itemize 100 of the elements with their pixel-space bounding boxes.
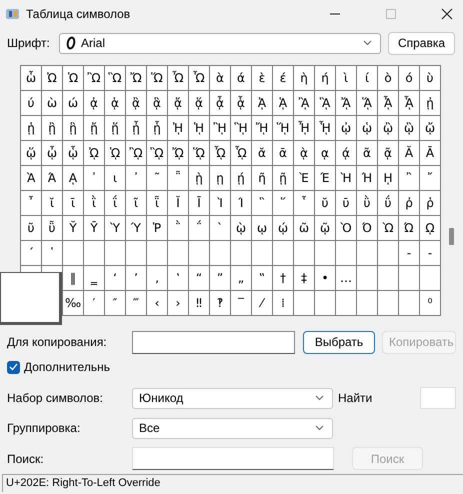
symbol-cell[interactable]: Ὶ — [210, 191, 230, 215]
symbol-cell[interactable]: ᾉ — [273, 91, 293, 115]
symbol-cell[interactable]: Ή — [357, 166, 377, 190]
symbol-cell[interactable]: ⁞ — [273, 291, 293, 315]
symbol-cell[interactable]: ῑ — [63, 191, 83, 215]
symbol-cell[interactable]: ‽ — [210, 291, 230, 315]
symbol-cell[interactable]: έ — [273, 66, 293, 90]
symbol-cell[interactable]: ᾬ — [168, 141, 188, 165]
symbol-cell[interactable]: ᾆ — [210, 91, 230, 115]
symbol-cell[interactable]: ᾀ — [84, 91, 104, 115]
symbol-cell[interactable]: ‾ — [231, 291, 251, 315]
close-icon[interactable] — [441, 8, 453, 20]
symbol-cell[interactable]: ῭ — [168, 216, 188, 240]
symbol-cell[interactable]: ᾥ — [21, 141, 41, 165]
symbol-cell[interactable]: ` — [210, 216, 230, 240]
symbol-cell[interactable]: ᾇ — [231, 91, 251, 115]
symbol-cell[interactable]: ᾡ — [357, 116, 377, 140]
symbol-cell[interactable]: ‴ — [126, 291, 146, 315]
symbol-cell[interactable]: ᾃ — [147, 91, 167, 115]
symbol-cell[interactable]: ῆ — [252, 166, 272, 190]
symbol-cell[interactable]: ὲ — [252, 66, 272, 90]
symbol-cell[interactable]: ᾈ — [252, 91, 272, 115]
symbol-cell[interactable]: ῡ — [336, 191, 356, 215]
symbol-cell[interactable]: ῒ — [84, 191, 104, 215]
charset-dropdown[interactable]: Юникод — [132, 388, 333, 408]
symbol-cell[interactable]: ᾙ — [189, 116, 209, 140]
symbol-cell[interactable]: ῷ — [315, 216, 335, 240]
symbol-cell[interactable]: … — [336, 266, 356, 290]
symbol-cell[interactable]: † — [273, 266, 293, 290]
symbol-cell[interactable]: ᾟ — [315, 116, 335, 140]
symbol-cell[interactable]: ⁄ — [252, 291, 272, 315]
symbol-cell[interactable]: ῶ — [294, 216, 314, 240]
symbol-cell[interactable]: ᾣ — [399, 116, 419, 140]
symbol-cell[interactable]: ῠ — [315, 191, 335, 215]
symbol-cell[interactable]: ᾂ — [126, 91, 146, 115]
symbol-cell[interactable]: Ά — [42, 166, 62, 190]
symbol-cell[interactable]: ὼ — [42, 91, 62, 115]
symbol-cell[interactable]: ῤ — [399, 191, 419, 215]
symbol-cell[interactable]: ᾨ — [84, 141, 104, 165]
symbol-cell[interactable]: ” — [210, 266, 230, 290]
symbol-cell[interactable]: ῦ — [21, 216, 41, 240]
symbol-cell[interactable]: Ύ — [126, 216, 146, 240]
symbol-cell[interactable]: ᾛ — [231, 116, 251, 140]
symbol-cell[interactable]: ‐ — [399, 241, 419, 265]
symbol-cell[interactable]: ῗ — [147, 191, 167, 215]
symbol-cell[interactable]: ῟ — [294, 191, 314, 215]
symbol-cell[interactable]: ῁ — [168, 166, 188, 190]
symbol-cell[interactable]: ᾜ — [252, 116, 272, 140]
symbol-cell[interactable]: ᾐ — [420, 91, 440, 115]
symbol-cell[interactable]: ῳ — [252, 216, 272, 240]
symbol-cell[interactable]: ‖ — [63, 266, 83, 290]
symbol-cell[interactable]: ᾚ — [210, 116, 230, 140]
symbol-cell[interactable]: ῝ — [252, 191, 272, 215]
symbol-cell[interactable]: Ὸ — [336, 216, 356, 240]
symbol-cell[interactable]: ῌ — [378, 166, 398, 190]
symbol-cell[interactable]: ⁰ — [420, 291, 440, 315]
grouping-dropdown[interactable]: Все — [132, 418, 333, 438]
symbol-cell[interactable]: ᾰ — [252, 141, 272, 165]
symbol-cell[interactable]: Ό — [357, 216, 377, 240]
symbol-cell[interactable]: Ί — [231, 191, 251, 215]
symbol-cell[interactable]: ᾦ — [42, 141, 62, 165]
symbol-cell[interactable]: Ὢ — [84, 66, 104, 90]
symbol-cell[interactable]: Ὧ — [189, 66, 209, 90]
symbol-cell[interactable]: Ὦ — [168, 66, 188, 90]
symbol-cell[interactable]: Ὣ — [105, 66, 125, 90]
copy-field[interactable] — [132, 330, 295, 354]
symbol-cell[interactable]: ᾓ — [63, 116, 83, 140]
symbol-cell[interactable]: ᾞ — [294, 116, 314, 140]
symbol-cell[interactable]: ῧ — [42, 216, 62, 240]
symbol-cell[interactable]: ῄ — [231, 166, 251, 190]
symbol-cell[interactable]: ᾮ — [210, 141, 230, 165]
font-dropdown[interactable]: Arial — [59, 32, 381, 54]
symbol-cell[interactable]: ᾒ — [42, 116, 62, 140]
symbol-cell[interactable]: Ὲ — [294, 166, 314, 190]
symbol-cell[interactable]: ᾪ — [126, 141, 146, 165]
symbol-cell[interactable]: ᾧ — [63, 141, 83, 165]
symbol-cell[interactable]: ‗ — [84, 266, 104, 290]
symbol-cell[interactable]: ᾼ — [63, 166, 83, 190]
symbol-cell[interactable]: ὰ — [210, 66, 230, 90]
symbol-cell[interactable]: ᾿ — [126, 166, 146, 190]
symbol-cell[interactable]: ῏ — [21, 191, 41, 215]
symbol-cell[interactable]: ώ — [63, 91, 83, 115]
symbol-cell[interactable]: ι — [105, 166, 125, 190]
symbol-cell[interactable]: ’ — [126, 266, 146, 290]
symbol-cell[interactable]: Ῡ — [84, 216, 104, 240]
symbol-cell[interactable]: ῇ — [273, 166, 293, 190]
symbol-cell[interactable]: ‹ — [147, 291, 167, 315]
symbol-cell[interactable]: ᾷ — [378, 141, 398, 165]
symbol-cell[interactable]: ‰ — [63, 291, 83, 315]
symbol-cell[interactable]: ´ — [21, 241, 41, 265]
symbol-cell[interactable]: Ὰ — [21, 166, 41, 190]
symbol-cell[interactable]: ᾩ — [105, 141, 125, 165]
symbol-cell[interactable]: Ὴ — [336, 166, 356, 190]
symbol-cell[interactable]: ᾤ — [420, 116, 440, 140]
select-button[interactable]: Выбрать — [303, 330, 375, 354]
symbol-cell[interactable]: Ᾱ — [420, 141, 440, 165]
symbol-cell[interactable]: ῀ — [147, 166, 167, 190]
symbol-cell[interactable]: ‚ — [147, 266, 167, 290]
symbol-cell[interactable]: Ὤ — [126, 66, 146, 90]
advanced-checkbox[interactable] — [7, 360, 20, 374]
